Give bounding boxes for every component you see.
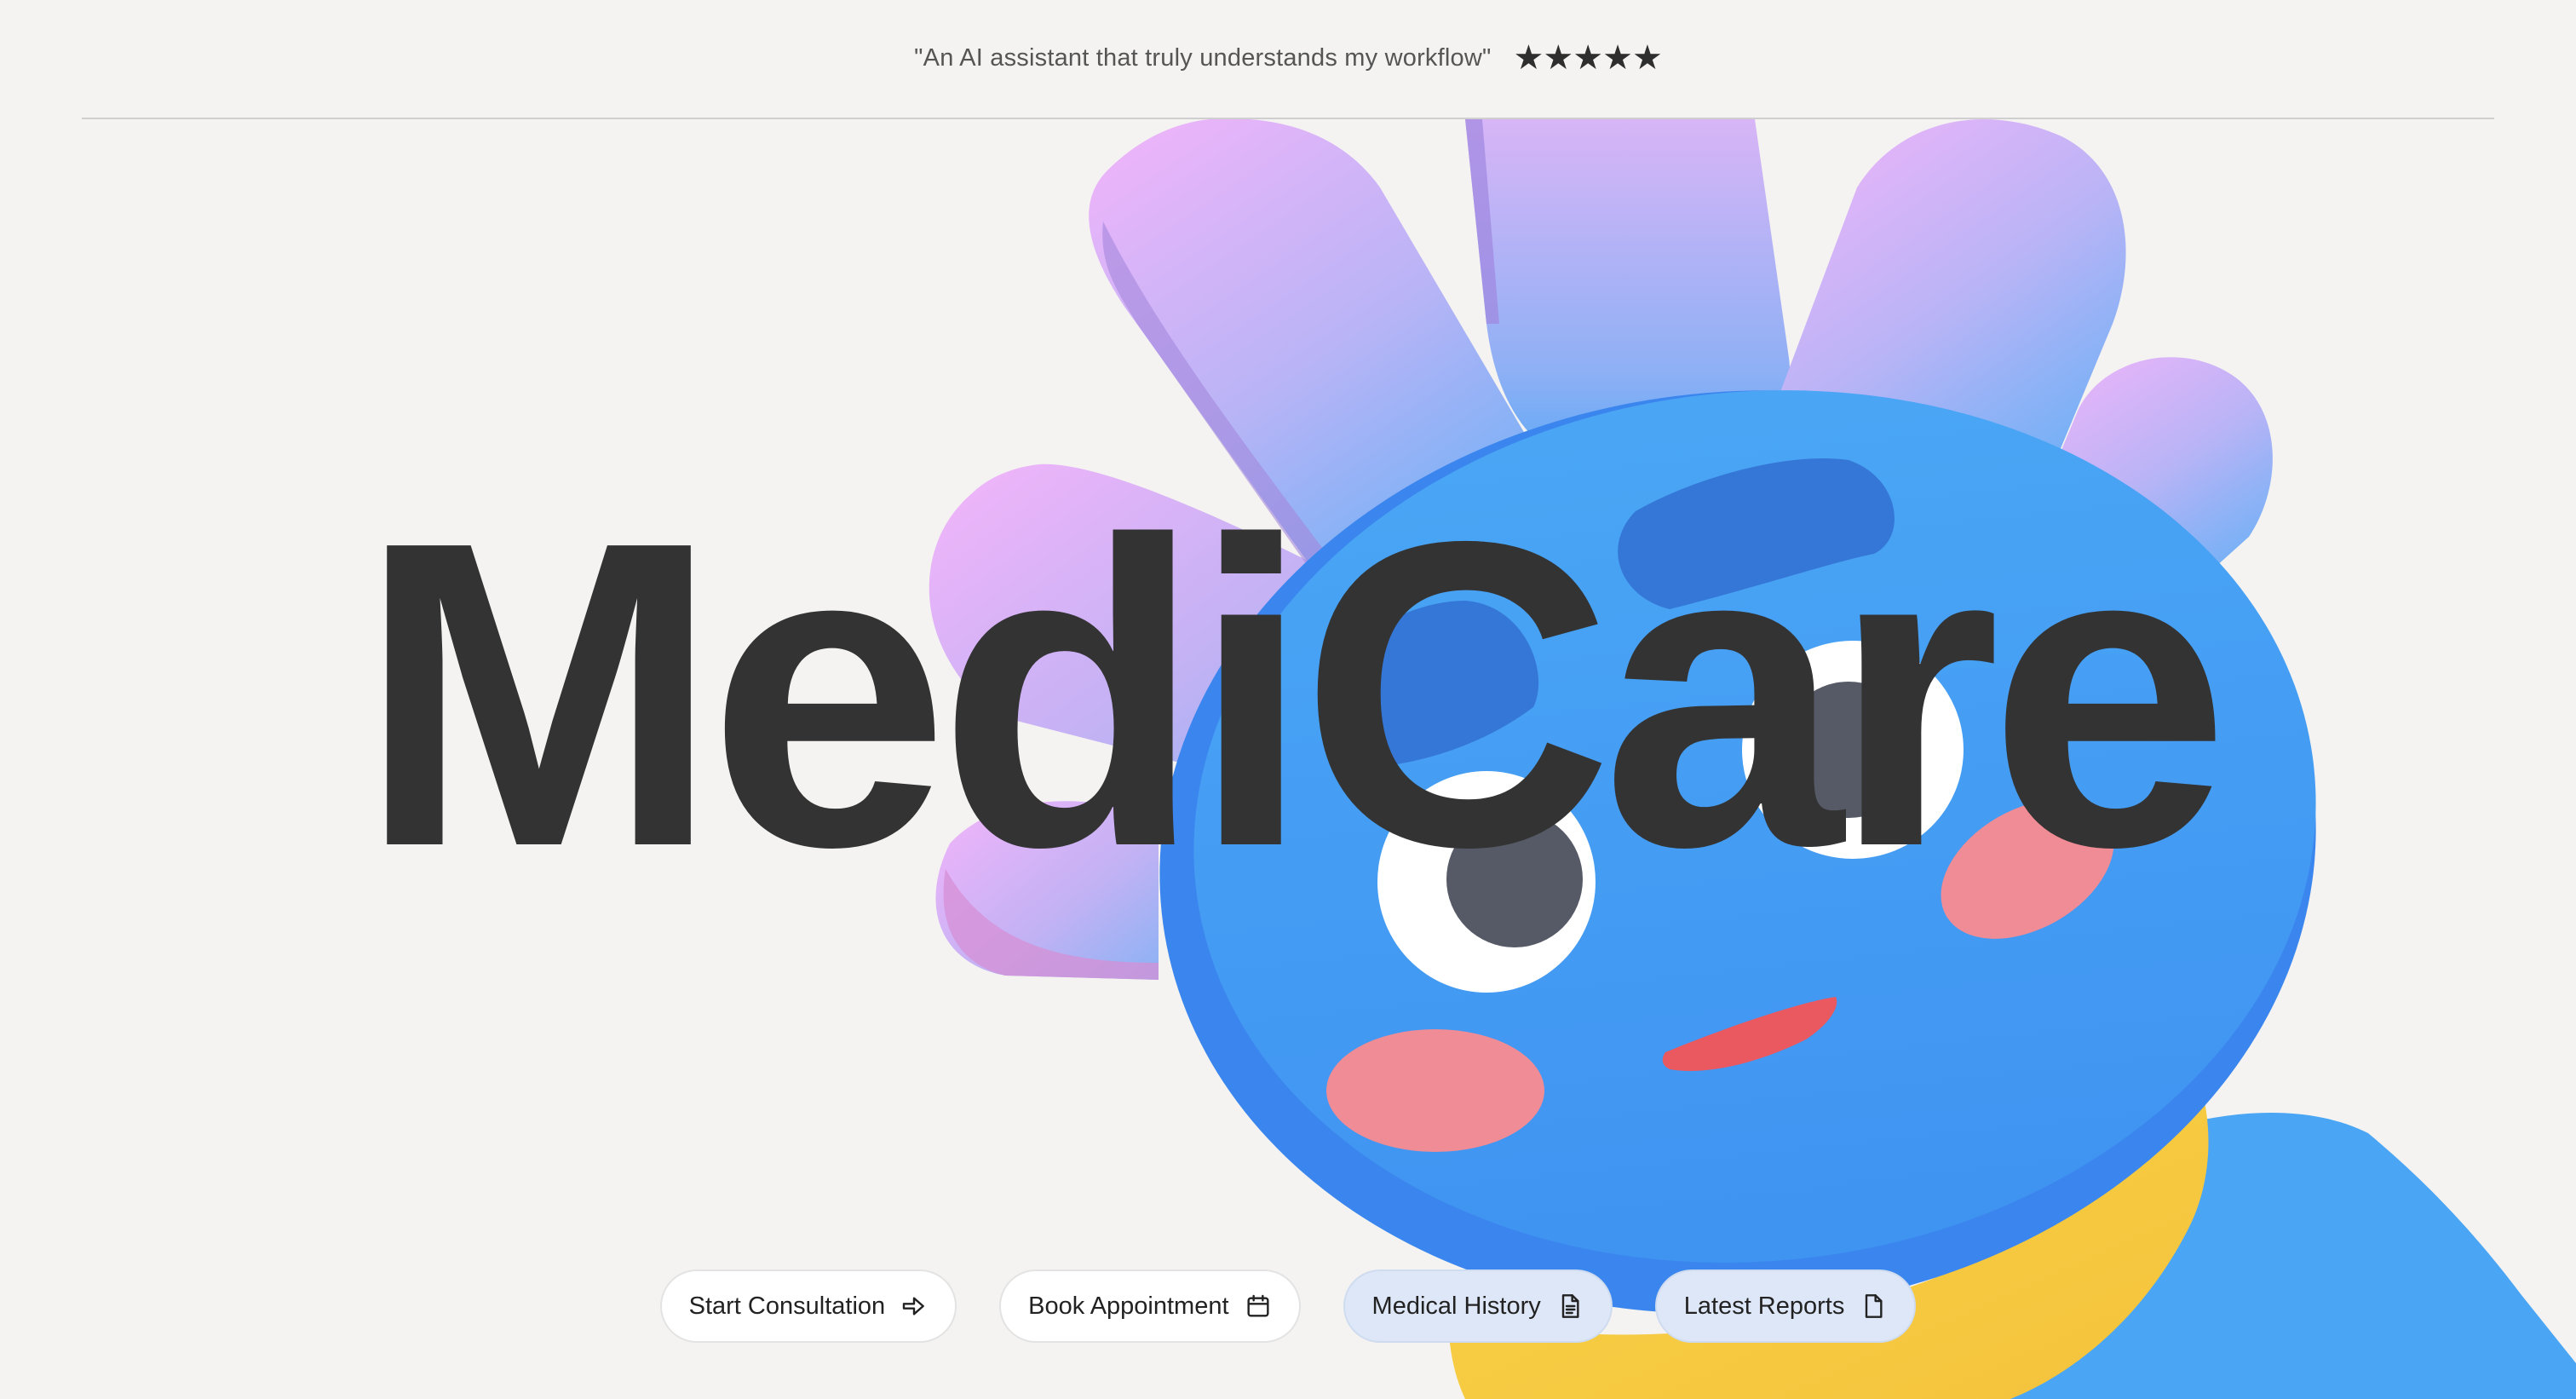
star-icon: ★ [1573,39,1604,77]
book-appointment-label: Book Appointment [1028,1292,1229,1320]
start-consultation-label: Start Consultation [688,1292,886,1320]
latest-reports-button[interactable]: Latest Reports [1654,1269,1917,1343]
star-icon: ★ [1513,39,1544,77]
medical-history-label: Medical History [1371,1292,1541,1320]
book-appointment-button[interactable]: Book Appointment [999,1269,1301,1343]
medical-history-button[interactable]: Medical History [1343,1269,1613,1343]
star-icon: ★ [1543,39,1574,77]
testimonial-bar: "An AI assistant that truly understands … [0,37,2576,78]
star-rating: ★ ★ ★ ★ ★ [1513,39,1663,77]
arrow-right-icon [902,1297,925,1316]
star-icon: ★ [1631,39,1663,77]
start-consultation-button[interactable]: Start Consultation [659,1269,957,1343]
landing-page: "An AI assistant that truly understands … [0,0,2576,1399]
testimonial-quote: "An AI assistant that truly understands … [914,43,1492,72]
action-bar: Start Consultation Book Appointment Medi… [0,1269,2576,1343]
header-divider [82,118,2494,119]
star-icon: ★ [1602,39,1633,77]
latest-reports-label: Latest Reports [1683,1292,1845,1320]
document-icon [1866,1294,1883,1318]
calendar-icon [1246,1294,1269,1317]
document-lines-icon [1561,1294,1579,1318]
brand-title: MediCare [358,452,2230,937]
